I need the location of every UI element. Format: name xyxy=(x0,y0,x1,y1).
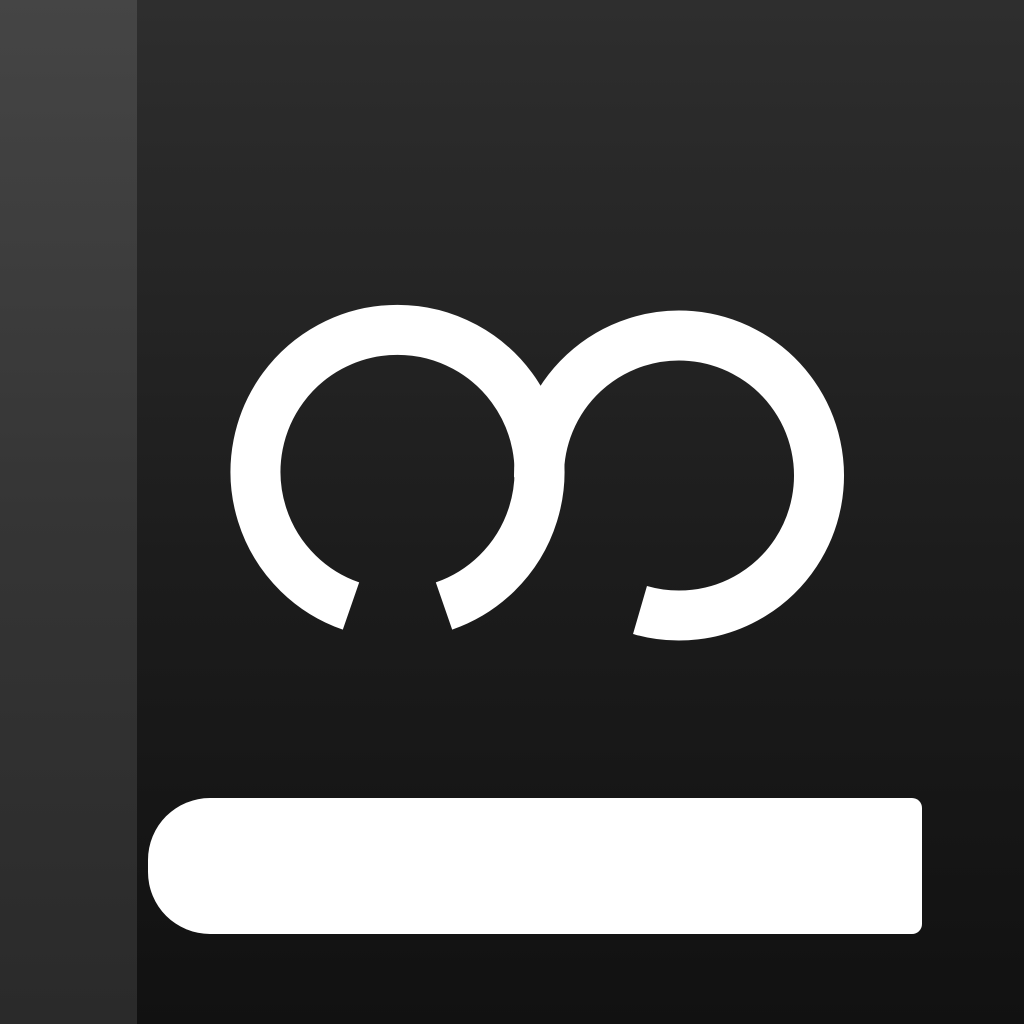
app-icon[interactable] xyxy=(0,0,1024,1024)
right-loop xyxy=(513,310,844,641)
label-strip xyxy=(148,798,922,934)
left-loop xyxy=(230,304,565,630)
label-strip-text xyxy=(148,798,922,934)
